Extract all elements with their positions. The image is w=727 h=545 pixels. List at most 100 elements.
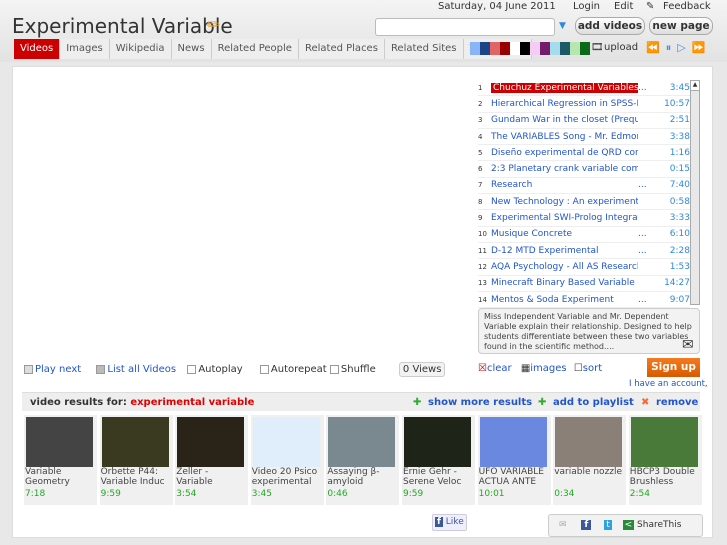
- sort-link[interactable]: sort: [583, 363, 602, 374]
- item-title[interactable]: Minecraft Binary Based Variable De...: [491, 278, 638, 288]
- video-caption[interactable]: Assaying β-amyloid Toxicity: [326, 467, 399, 487]
- mail-icon[interactable]: ✉: [682, 337, 694, 353]
- tab-related-people[interactable]: Related People: [211, 39, 299, 59]
- tab-related-sites[interactable]: Related Sites: [384, 39, 464, 59]
- item-title[interactable]: New Technology : An experimental ...: [491, 197, 638, 207]
- tab-wikipedia[interactable]: Wikipedia: [109, 39, 172, 59]
- video-caption[interactable]: HBCP3 Double Brushless: [629, 467, 702, 487]
- item-title[interactable]: Hierarchical Regression in SPSS-PA...: [491, 99, 638, 109]
- twitter-icon[interactable]: t: [604, 520, 612, 530]
- color-swatch[interactable]: [490, 42, 500, 55]
- playlist-item[interactable]: 3 Gundam War in the closet (Preque... 2:51: [478, 113, 690, 129]
- video-result[interactable]: HBCP3 Double Brushless 2:54: [628, 415, 702, 505]
- item-title[interactable]: Musique Concrete: [491, 229, 638, 239]
- color-swatch[interactable]: [580, 42, 590, 55]
- playlist-item[interactable]: 2 Hierarchical Regression in SPSS-PA... 10…: [478, 96, 690, 113]
- playlist-item[interactable]: 6 2:3 Planetary crank variable compu... 0:…: [478, 161, 690, 178]
- sharethis-icon[interactable]: <: [622, 520, 635, 530]
- dropdown-icon[interactable]: ▼: [559, 21, 566, 31]
- video-caption[interactable]: variable nozzle: [553, 467, 626, 487]
- edit-pencil-icon[interactable]: ✏: [207, 15, 220, 34]
- edit-link[interactable]: Edit: [614, 1, 633, 12]
- item-title[interactable]: Chuchuz Experimental Variables: [491, 82, 638, 93]
- images-link[interactable]: images: [530, 363, 566, 374]
- color-swatch[interactable]: [540, 42, 550, 55]
- sharethis-link[interactable]: ShareThis: [637, 520, 681, 530]
- remove-link[interactable]: remove: [656, 393, 698, 412]
- video-thumbnail[interactable]: [328, 417, 396, 467]
- item-title[interactable]: Mentos & Soda Experiment: [491, 295, 638, 305]
- playlist-item[interactable]: 9 Experimental SWI-Prolog Integratio... 3:…: [478, 210, 690, 227]
- add-playlist-link[interactable]: add to playlist: [553, 393, 634, 412]
- item-title[interactable]: The VARIABLES Song - Mr. Edmonds...: [491, 132, 638, 142]
- item-title[interactable]: Research: [491, 180, 638, 190]
- playlist-item[interactable]: 12 AQA Psychology - All AS Research M... 1…: [478, 259, 690, 276]
- item-title[interactable]: D-12 MTD Experimental: [491, 246, 638, 256]
- video-thumbnail[interactable]: [101, 417, 169, 467]
- tab-news[interactable]: News: [171, 39, 212, 59]
- scroll-up-icon[interactable]: ▲: [691, 81, 699, 91]
- item-title[interactable]: Gundam War in the closet (Preque...: [491, 115, 638, 125]
- video-result[interactable]: Variable Geometry Orchestra 7:18: [24, 415, 97, 505]
- video-result[interactable]: Zeller - Variable Gravity 3:54: [175, 415, 249, 505]
- video-caption[interactable]: UFO VARIABLE ACTUA ANTE: [478, 467, 551, 487]
- color-swatch[interactable]: [510, 42, 520, 55]
- search-input[interactable]: [375, 18, 555, 36]
- video-result[interactable]: UFO VARIABLE ACTUA ANTE 10:01: [477, 415, 551, 505]
- color-swatch[interactable]: [520, 42, 530, 55]
- account-link[interactable]: I have an account,: [629, 379, 708, 389]
- playlist-item[interactable]: 8 New Technology : An experimental ... 0:5…: [478, 194, 690, 211]
- video-thumbnail[interactable]: [479, 417, 547, 467]
- tab-videos[interactable]: Videos: [14, 39, 61, 59]
- email-share-icon[interactable]: ✉: [559, 520, 567, 530]
- upload-link[interactable]: upload: [604, 42, 638, 53]
- shuffle-checkbox[interactable]: [329, 364, 339, 374]
- playlist-item[interactable]: 13 Minecraft Binary Based Variable De... 1…: [478, 276, 690, 292]
- play-next-link[interactable]: Play next: [35, 364, 81, 375]
- login-link[interactable]: Login: [573, 1, 600, 12]
- autoplay-checkbox[interactable]: [187, 364, 197, 374]
- tab-images[interactable]: Images: [60, 39, 110, 59]
- video-result[interactable]: Assaying β-amyloid Toxicity 0:46: [326, 415, 400, 505]
- video-result[interactable]: Ernie Gehr - Serene Veloc 9:59: [402, 415, 475, 505]
- like-button[interactable]: f Like: [432, 514, 467, 531]
- color-swatch[interactable]: [570, 42, 580, 55]
- video-caption[interactable]: Orbette P44: Variable Induc: [100, 467, 173, 487]
- tab-related-places[interactable]: Related Places: [298, 39, 385, 59]
- player-controls[interactable]: ⏪⏸▷⏩: [646, 41, 711, 55]
- video-caption[interactable]: Zeller - Variable Gravity: [175, 467, 248, 487]
- color-swatch[interactable]: [500, 42, 510, 55]
- item-title[interactable]: 2:3 Planetary crank variable compu...: [491, 164, 638, 174]
- autorepeat-checkbox[interactable]: [259, 364, 269, 374]
- playlist-item[interactable]: 10 Musique Concrete... 6:10: [478, 227, 690, 243]
- item-title[interactable]: Experimental SWI-Prolog Integratio...: [491, 213, 638, 223]
- video-caption[interactable]: Video 20 Psico experimental: [251, 467, 324, 487]
- color-swatch[interactable]: [480, 42, 490, 55]
- playlist-item[interactable]: 5 Diseño experimental de QRD con a... 1:16: [478, 145, 690, 162]
- playlist-item[interactable]: 1 Chuchuz Experimental Variables... 3:45: [478, 80, 690, 97]
- color-swatch[interactable]: [470, 42, 480, 55]
- video-result[interactable]: Orbette P44: Variable Induc 9:59: [99, 415, 173, 505]
- playlist-item[interactable]: 11 D-12 MTD Experimental... 2:28: [478, 243, 690, 260]
- color-swatch[interactable]: [550, 42, 560, 55]
- video-thumbnail[interactable]: [252, 417, 320, 467]
- facebook-icon[interactable]: f: [581, 520, 592, 530]
- video-caption[interactable]: Variable Geometry Orchestra: [24, 467, 97, 487]
- playlist-item[interactable]: 4 The VARIABLES Song - Mr. Edmonds... 3:38: [478, 129, 690, 146]
- clear-link[interactable]: clear: [487, 363, 512, 374]
- new-page-button[interactable]: new page: [649, 17, 713, 35]
- video-thumbnail[interactable]: [630, 417, 698, 467]
- playlist-item[interactable]: 7 Research... 7:40: [478, 178, 690, 195]
- video-thumbnail[interactable]: [404, 417, 471, 467]
- color-swatch[interactable]: [560, 42, 570, 55]
- video-caption[interactable]: Ernie Gehr - Serene Veloc: [402, 467, 475, 487]
- video-result[interactable]: Video 20 Psico experimental 3:45: [250, 415, 324, 505]
- playlist-item[interactable]: 14 Mentos & Soda Experiment... 9:07: [478, 292, 690, 309]
- playlist-scrollbar[interactable]: ▲: [690, 80, 700, 305]
- video-thumbnail[interactable]: [177, 417, 245, 467]
- item-title[interactable]: AQA Psychology - All AS Research M...: [491, 262, 638, 272]
- video-thumbnail[interactable]: [555, 417, 623, 467]
- signup-button[interactable]: Sign up: [647, 358, 700, 377]
- feedback-link[interactable]: Feedback: [663, 1, 711, 12]
- color-swatch[interactable]: [530, 42, 540, 55]
